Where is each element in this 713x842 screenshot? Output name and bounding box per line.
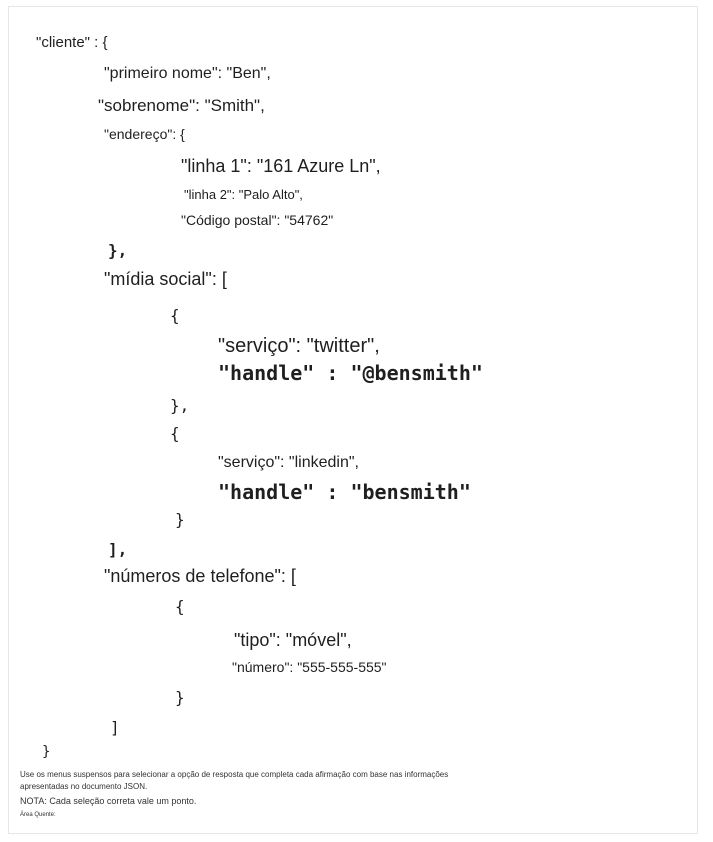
json-primeiro-nome: "primeiro nome": "Ben", bbox=[104, 65, 271, 82]
json-endereco-open: "endereço": { bbox=[104, 126, 185, 142]
json-obj2-close: } bbox=[175, 510, 185, 529]
json-obj3-close: } bbox=[175, 688, 185, 707]
json-linha2: "linha 2": "Palo Alto", bbox=[184, 187, 303, 202]
json-servico-linkedin: "serviço": "linkedin", bbox=[218, 454, 359, 471]
json-telefones-close: ] bbox=[110, 718, 120, 737]
json-servico-twitter: "serviço": "twitter", bbox=[218, 335, 380, 357]
json-codigo-postal: "Código postal": "54762" bbox=[181, 212, 334, 228]
json-handle-twitter: "handle" : "@bensmith" bbox=[218, 361, 483, 385]
json-tipo: "tipo": "móvel", bbox=[234, 630, 352, 650]
json-cliente-close: } bbox=[42, 744, 51, 760]
json-obj2-open: { bbox=[170, 424, 180, 443]
json-cliente-open: "cliente" : { bbox=[36, 34, 108, 51]
json-obj1-open: { bbox=[170, 306, 180, 325]
json-midia-close: ], bbox=[108, 540, 128, 559]
note-text: NOTA: Cada seleção correta vale um ponto… bbox=[20, 796, 197, 806]
json-obj1-close: }, bbox=[170, 396, 190, 415]
json-endereco-close: }, bbox=[108, 241, 128, 260]
json-midia-open: "mídia social": [ bbox=[104, 269, 227, 289]
instruction-line-2: apresentadas no documento JSON. bbox=[20, 782, 148, 791]
json-handle-linkedin: "handle" : "bensmith" bbox=[218, 480, 471, 504]
json-obj3-open: { bbox=[175, 597, 185, 616]
json-sobrenome: "sobrenome": "Smith", bbox=[98, 96, 265, 115]
json-numero: "número": "555-555-555" bbox=[232, 659, 387, 675]
hot-area-label: Área Quente: bbox=[20, 812, 56, 818]
instruction-line-1: Use os menus suspensos para selecionar a… bbox=[20, 770, 449, 779]
json-linha1: "linha 1": "161 Azure Ln", bbox=[181, 156, 381, 176]
json-telefones-open: "números de telefone": [ bbox=[104, 566, 296, 586]
